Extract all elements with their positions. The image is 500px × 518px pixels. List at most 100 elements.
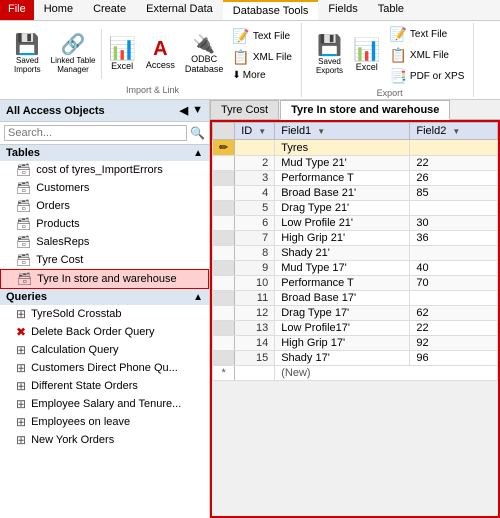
- nav-item-newyork-orders[interactable]: ⊞ New York Orders: [0, 431, 209, 449]
- cell-id[interactable]: 7: [235, 231, 275, 246]
- text-file-export-button[interactable]: 📝 Text File: [386, 25, 467, 44]
- table-row[interactable]: 10Performance T70: [213, 276, 498, 291]
- cell-field2[interactable]: 26: [410, 171, 498, 186]
- col-header-id[interactable]: ID ▼: [235, 123, 275, 140]
- nav-item-salesreps[interactable]: 🗃 SalesReps: [0, 233, 209, 251]
- cell-id[interactable]: 10: [235, 276, 275, 291]
- cell-field2[interactable]: [410, 140, 498, 156]
- table-row[interactable]: 4Broad Base 21'85: [213, 186, 498, 201]
- search-input[interactable]: [4, 125, 187, 141]
- cell-field1[interactable]: Mud Type 21': [275, 156, 410, 171]
- table-row[interactable]: 8Shady 21': [213, 246, 498, 261]
- cell-field1[interactable]: Low Profile17': [275, 321, 410, 336]
- cell-field1[interactable]: Broad Base 21': [275, 186, 410, 201]
- cell-field1[interactable]: Performance T: [275, 276, 410, 291]
- cell-field1[interactable]: Tyres: [275, 140, 410, 156]
- nav-item-orders[interactable]: 🗃 Orders: [0, 197, 209, 215]
- pdf-export-button[interactable]: 📑 PDF or XPS: [386, 67, 467, 86]
- nav-item-tyre-cost[interactable]: 🗃 Tyre Cost: [0, 251, 209, 269]
- table-row[interactable]: 3Performance T26: [213, 171, 498, 186]
- cell-id[interactable]: 6: [235, 216, 275, 231]
- table-row[interactable]: 13Low Profile17'22: [213, 321, 498, 336]
- cell-id[interactable]: 13: [235, 321, 275, 336]
- new-row-field1[interactable]: (New): [275, 366, 498, 381]
- tab-tyre-in-store[interactable]: Tyre In store and warehouse: [280, 100, 450, 120]
- cell-id[interactable]: 15: [235, 351, 275, 366]
- cell-field1[interactable]: Mud Type 17': [275, 261, 410, 276]
- tab-fields[interactable]: Fields: [318, 0, 367, 20]
- cell-field2[interactable]: 40: [410, 261, 498, 276]
- table-row[interactable]: 9Mud Type 17'40: [213, 261, 498, 276]
- table-row[interactable]: 15Shady 17'96: [213, 351, 498, 366]
- tab-external-data[interactable]: External Data: [136, 0, 223, 20]
- cell-id[interactable]: 11: [235, 291, 275, 306]
- table-row[interactable]: 5Drag Type 21': [213, 201, 498, 216]
- more-import-button[interactable]: ⬇ More: [229, 69, 295, 82]
- tab-file[interactable]: File: [0, 0, 34, 20]
- cell-field1[interactable]: High Grip 17': [275, 336, 410, 351]
- nav-item-cost-of-tyres[interactable]: 🗃 cost of tyres_ImportErrors: [0, 161, 209, 179]
- cell-field2[interactable]: 22: [410, 321, 498, 336]
- tab-database-tools[interactable]: Database Tools: [223, 0, 319, 20]
- nav-item-different-state[interactable]: ⊞ Different State Orders: [0, 377, 209, 395]
- table-row[interactable]: 12Drag Type 17'62: [213, 306, 498, 321]
- cell-id[interactable]: 4: [235, 186, 275, 201]
- cell-field2[interactable]: 30: [410, 216, 498, 231]
- excel-import-button[interactable]: 📊 Excel: [104, 36, 139, 73]
- table-row[interactable]: 14High Grip 17'92: [213, 336, 498, 351]
- cell-field2[interactable]: 70: [410, 276, 498, 291]
- tab-home[interactable]: Home: [34, 0, 83, 20]
- nav-item-tyresold[interactable]: ⊞ TyreSold Crosstab: [0, 305, 209, 323]
- text-file-import-button[interactable]: 📝 Text File: [229, 27, 295, 46]
- cell-field1[interactable]: Shady 21': [275, 246, 410, 261]
- cell-field1[interactable]: Drag Type 21': [275, 201, 410, 216]
- tab-create[interactable]: Create: [83, 0, 136, 20]
- cell-id[interactable]: 8: [235, 246, 275, 261]
- access-import-button[interactable]: A Access: [142, 37, 179, 72]
- excel-export-button[interactable]: 📊 Excel: [349, 37, 384, 74]
- new-row[interactable]: *(New): [213, 366, 498, 381]
- cell-field2[interactable]: [410, 246, 498, 261]
- cell-field2[interactable]: 22: [410, 156, 498, 171]
- nav-item-employees-leave[interactable]: ⊞ Employees on leave: [0, 413, 209, 431]
- cell-id[interactable]: 3: [235, 171, 275, 186]
- cell-id[interactable]: 2: [235, 156, 275, 171]
- table-row[interactable]: 6Low Profile 21'30: [213, 216, 498, 231]
- cell-field1[interactable]: Drag Type 17': [275, 306, 410, 321]
- cell-field2[interactable]: [410, 291, 498, 306]
- xml-file-export-button[interactable]: 📋 XML File: [386, 46, 467, 65]
- cell-field1[interactable]: Low Profile 21': [275, 216, 410, 231]
- table-row[interactable]: 7High Grip 21'36: [213, 231, 498, 246]
- cell-field1[interactable]: Performance T: [275, 171, 410, 186]
- cell-id[interactable]: [235, 140, 275, 156]
- col-header-field2[interactable]: Field2 ▼: [410, 123, 498, 140]
- tab-tyre-cost[interactable]: Tyre Cost: [210, 100, 279, 119]
- linked-table-button[interactable]: 🔗 Linked TableManager: [47, 33, 100, 76]
- cell-id[interactable]: 9: [235, 261, 275, 276]
- nav-item-customers[interactable]: 🗃 Customers: [0, 179, 209, 197]
- cell-field2[interactable]: 85: [410, 186, 498, 201]
- table-row[interactable]: 11Broad Base 17': [213, 291, 498, 306]
- nav-item-customers-direct[interactable]: ⊞ Customers Direct Phone Qu...: [0, 359, 209, 377]
- cell-field2[interactable]: 92: [410, 336, 498, 351]
- xml-file-import-button[interactable]: 📋 XML File: [229, 48, 295, 67]
- nav-item-employee-salary[interactable]: ⊞ Employee Salary and Tenure...: [0, 395, 209, 413]
- tables-section-header[interactable]: Tables ▲: [0, 145, 209, 161]
- odbc-button[interactable]: 🔌 ODBCDatabase: [181, 33, 228, 76]
- cell-id[interactable]: 5: [235, 201, 275, 216]
- cell-field2[interactable]: 96: [410, 351, 498, 366]
- table-row[interactable]: 2Mud Type 21'22: [213, 156, 498, 171]
- nav-item-calculation[interactable]: ⊞ Calculation Query: [0, 341, 209, 359]
- table-row[interactable]: ✏Tyres: [213, 140, 498, 156]
- cell-field2[interactable]: 62: [410, 306, 498, 321]
- col-header-field1[interactable]: Field1 ▼: [275, 123, 410, 140]
- cell-id[interactable]: 14: [235, 336, 275, 351]
- cell-field1[interactable]: Broad Base 17': [275, 291, 410, 306]
- cell-field1[interactable]: High Grip 21': [275, 231, 410, 246]
- nav-item-tyre-in-store[interactable]: 🗃 Tyre In store and warehouse: [0, 269, 209, 289]
- nav-item-products[interactable]: 🗃 Products: [0, 215, 209, 233]
- menu-icon[interactable]: ▼: [192, 104, 203, 117]
- saved-imports-button[interactable]: 💾 SavedImports: [10, 33, 45, 76]
- cell-field2[interactable]: 36: [410, 231, 498, 246]
- nav-item-delete-backorder[interactable]: ✖ Delete Back Order Query: [0, 323, 209, 341]
